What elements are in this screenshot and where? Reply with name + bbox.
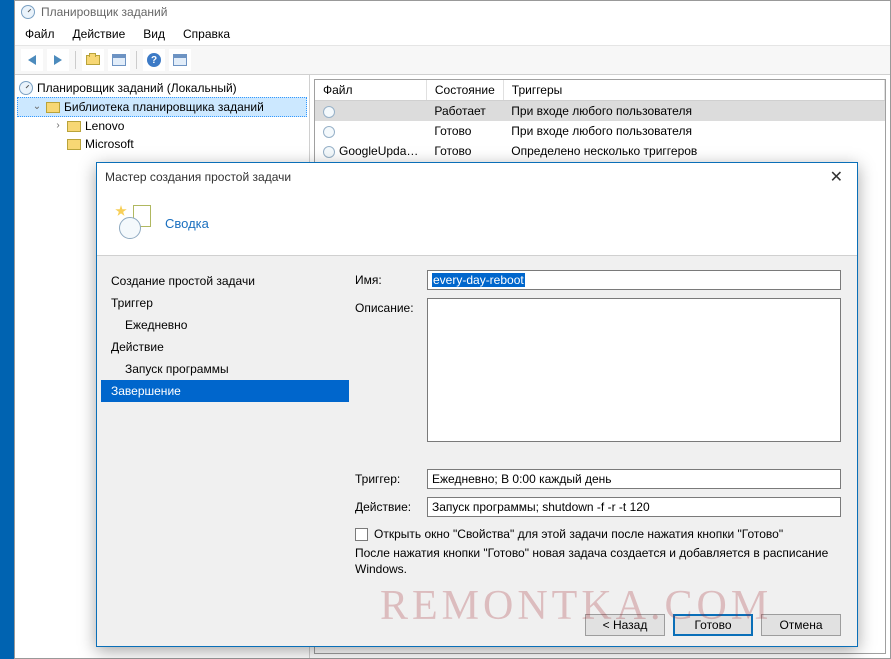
folder-up-icon [86,55,100,65]
dialog-header: Сводка [97,191,857,256]
tree-item-lenovo[interactable]: › Lenovo [17,117,307,135]
col-state[interactable]: Состояние [426,80,503,101]
clock-icon [21,5,35,19]
menu-file[interactable]: Файл [25,27,55,41]
step-action[interactable]: Действие [101,336,349,358]
col-file[interactable]: Файл [315,80,426,101]
tree-item-microsoft[interactable]: › Microsoft [17,135,307,153]
col-triggers[interactable]: Триггеры [503,80,884,101]
wizard-form: Имя: every-day-reboot Описание: Триггер:… [351,256,857,646]
table-row[interactable]: Готово При входе любого пользователя [315,121,885,141]
menu-view[interactable]: Вид [143,27,165,41]
open-properties-checkbox[interactable] [355,528,368,541]
clock-icon [323,106,335,118]
toolbar-separator [136,51,137,69]
window-title: Планировщик заданий [41,5,167,19]
dialog-title: Мастер создания простой задачи [105,170,291,184]
window-icon [173,54,187,66]
window-icon [112,54,126,66]
nav-forward-button[interactable] [47,49,69,71]
back-button[interactable]: < Назад [585,614,665,636]
dialog-heading: Сводка [165,216,209,231]
action-label: Действие: [355,497,427,514]
folder-icon [67,139,81,150]
menubar: Файл Действие Вид Справка [15,23,890,46]
window-titlebar: Планировщик заданий [15,1,890,23]
simple-task-wizard-dialog: Мастер создания простой задачи ✕ Сводка … [96,162,858,647]
table-row[interactable]: GoogleUpda… Готово Определено несколько … [315,141,885,161]
clock-icon [323,126,335,138]
description-textarea[interactable] [427,298,841,442]
wizard-note: После нажатия кнопки "Готово" новая зада… [355,545,841,577]
step-create[interactable]: Создание простой задачи [101,270,349,292]
toolbar: ? [15,46,890,75]
menu-help[interactable]: Справка [183,27,230,41]
chevron-right-icon[interactable]: › [53,121,63,131]
toolbar-separator [75,51,76,69]
wizard-icon [115,205,151,241]
name-label: Имя: [355,270,427,287]
nav-back-button[interactable] [21,49,43,71]
tree-item-label: Microsoft [85,135,134,153]
clock-icon [323,146,335,158]
help-button[interactable]: ? [143,49,165,71]
cancel-button[interactable]: Отмена [761,614,841,636]
desc-label: Описание: [355,298,427,315]
clock-icon [19,81,33,95]
trigger-readonly: Ежедневно; В 0:00 каждый день [427,469,841,489]
folder-icon [67,121,81,132]
dialog-titlebar: Мастер создания простой задачи ✕ [97,163,857,191]
help-icon: ? [147,53,161,67]
task-table: Файл Состояние Триггеры Работает При вхо… [315,80,885,161]
table-row[interactable]: Работает При входе любого пользователя [315,101,885,122]
checkbox-label: Открыть окно "Свойства" для этой задачи … [374,527,783,541]
trigger-label: Триггер: [355,469,427,486]
step-finish[interactable]: Завершение [101,380,349,402]
arrow-left-icon [28,55,36,65]
tree-library-label: Библиотека планировщика заданий [64,98,264,116]
view-button-2[interactable] [169,49,191,71]
arrow-right-icon [54,55,62,65]
tree-root-label: Планировщик заданий (Локальный) [37,79,237,97]
tree-root[interactable]: Планировщик заданий (Локальный) [17,79,307,97]
menu-action[interactable]: Действие [73,27,126,41]
view-button-1[interactable] [108,49,130,71]
folder-icon [46,102,60,113]
name-input[interactable]: every-day-reboot [427,270,841,290]
step-daily[interactable]: Ежедневно [101,314,349,336]
wizard-steps: Создание простой задачи Триггер Ежедневн… [97,256,351,646]
tree-library[interactable]: ⌄ Библиотека планировщика заданий [17,97,307,117]
step-run[interactable]: Запуск программы [101,358,349,380]
tree-item-label: Lenovo [85,117,124,135]
folder-up-button[interactable] [82,49,104,71]
close-button[interactable]: ✕ [824,167,849,187]
step-trigger[interactable]: Триггер [101,292,349,314]
action-readonly: Запуск программы; shutdown -f -r -t 120 [427,497,841,517]
chevron-down-icon[interactable]: ⌄ [32,102,42,112]
finish-button[interactable]: Готово [673,614,753,636]
